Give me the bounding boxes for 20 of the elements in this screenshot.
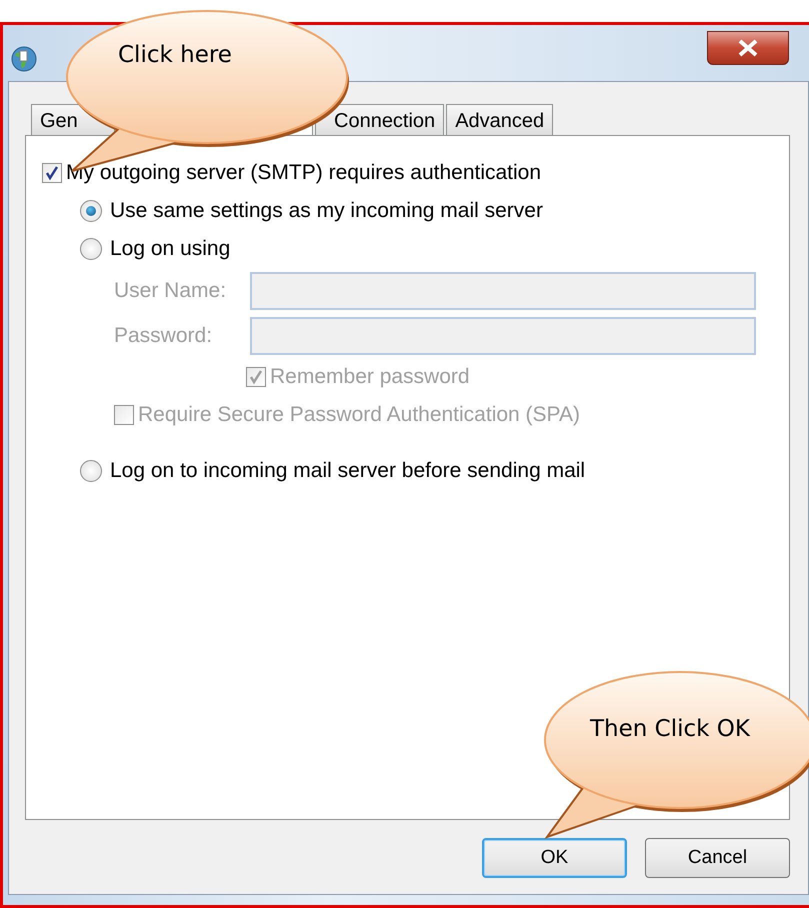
cancel-button[interactable]: Cancel: [645, 838, 790, 878]
close-button[interactable]: [707, 31, 789, 65]
callout-text: Then Click OK: [590, 715, 750, 744]
ok-button[interactable]: OK: [482, 838, 627, 878]
checkbox-label: Remember password: [270, 364, 470, 390]
field-label: User Name:: [114, 278, 228, 304]
checkbox-label: Require Secure Password Authentication (SPA): [138, 402, 580, 428]
field-label: Password:: [114, 322, 214, 349]
radio-label: Use same settings as my incoming mail server: [110, 198, 543, 224]
radio-label: Log on to incoming mail server before sending mail: [110, 458, 586, 484]
globe-icon: [10, 45, 38, 73]
tab[interactable]: Advanced: [446, 104, 554, 135]
checkbox[interactable]: [42, 163, 62, 183]
tab[interactable]: Connection: [315, 104, 444, 135]
radio-button[interactable]: [80, 238, 102, 260]
close-icon: [737, 39, 759, 57]
radio-label: Log on using: [110, 236, 230, 262]
radio-button[interactable]: [80, 460, 102, 482]
radio-button[interactable]: [80, 200, 102, 222]
callout-text: Click here: [118, 41, 232, 70]
